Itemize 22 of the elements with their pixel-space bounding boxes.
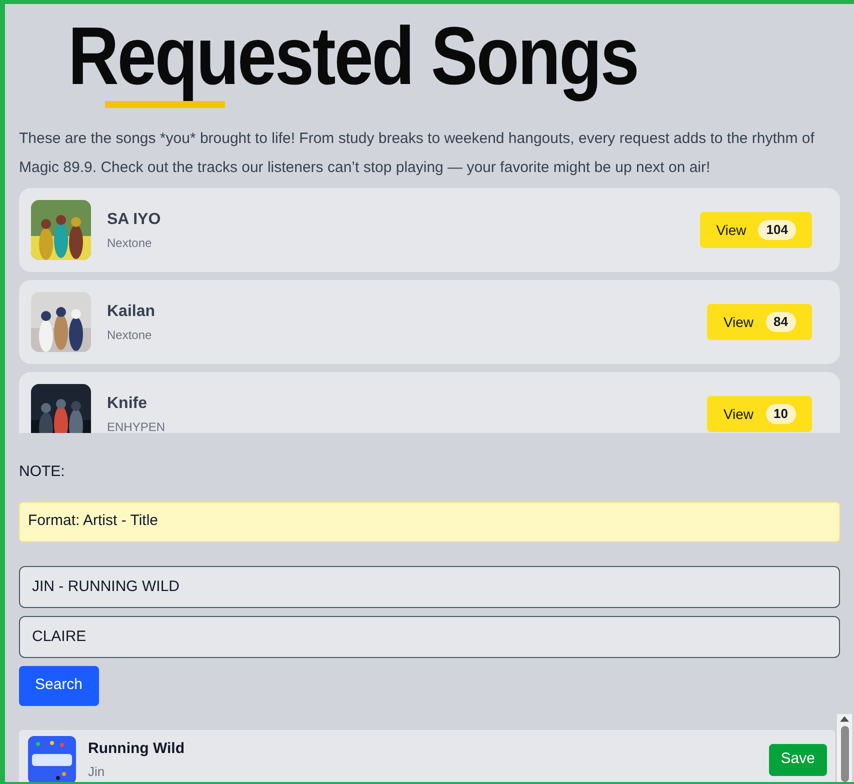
- note-label: NOTE:: [19, 462, 66, 482]
- artist-name: Nextone: [107, 327, 153, 344]
- count-badge: 84: [766, 312, 796, 332]
- format-note: Format: Artist - Title: [19, 502, 840, 542]
- intro-text: These are the songs *you* brought to life! From study breaks to weekend hangouts, every request adds to the rhythm of Magic 89.9. Check out the tracks our listeners can’t stop playing — your favorite might be up next on air!: [19, 129, 816, 178]
- song-title: Knife: [107, 394, 148, 414]
- scrollbar[interactable]: [837, 714, 852, 782]
- view-button[interactable]: View 104: [700, 212, 812, 248]
- view-button[interactable]: View 10: [707, 396, 812, 432]
- scroll-up-icon[interactable]: [840, 716, 849, 722]
- count-badge: 104: [758, 220, 796, 240]
- artist-name: Jin: [88, 763, 106, 781]
- name-input-field[interactable]: CLAIRE: [19, 616, 840, 658]
- song-title: Running Wild: [88, 738, 186, 758]
- artist-name: Nextone: [107, 235, 153, 252]
- artist-name: ENHYPEN: [107, 419, 166, 433]
- count-badge: 10: [766, 404, 796, 424]
- song-title: SA IYO: [107, 210, 162, 230]
- search-button[interactable]: Search: [19, 666, 99, 706]
- song-input-field[interactable]: JIN - RUNNING WILD: [19, 566, 840, 608]
- view-button[interactable]: View 84: [707, 304, 812, 340]
- song-title: Kailan: [107, 302, 156, 322]
